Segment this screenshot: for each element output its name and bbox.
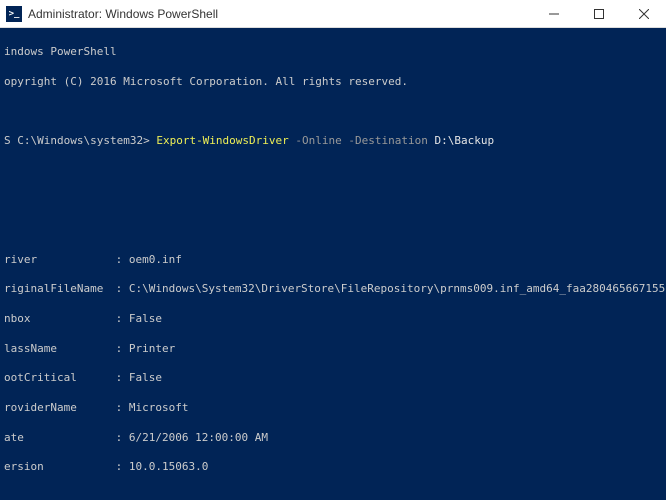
driver-field: lassName : Printer bbox=[4, 342, 666, 357]
maximize-button[interactable] bbox=[576, 0, 621, 28]
driver-field: ersion : 10.0.15063.0 bbox=[4, 460, 666, 475]
driver-field: roviderName : Microsoft bbox=[4, 401, 666, 416]
window-titlebar: >_ Administrator: Windows PowerShell bbox=[0, 0, 666, 28]
destination-path: D:\Backup bbox=[434, 134, 494, 147]
window-title: Administrator: Windows PowerShell bbox=[28, 7, 531, 21]
copyright-line: opyright (C) 2016 Microsoft Corporation.… bbox=[4, 75, 666, 90]
console-area[interactable]: indows PowerShell opyright (C) 2016 Micr… bbox=[0, 28, 666, 500]
header-line: indows PowerShell bbox=[4, 45, 666, 60]
cmdlet-name: Export-WindowsDriver bbox=[156, 134, 288, 147]
driver-field: river : oem0.inf bbox=[4, 253, 666, 268]
powershell-icon: >_ bbox=[6, 6, 22, 22]
prompt-line: S C:\Windows\system32> Export-WindowsDri… bbox=[4, 134, 666, 149]
driver-field: riginalFileName : C:\Windows\System32\Dr… bbox=[4, 282, 666, 297]
driver-field: ootCritical : False bbox=[4, 371, 666, 386]
close-button[interactable] bbox=[621, 0, 666, 28]
driver-field: nbox : False bbox=[4, 312, 666, 327]
cmdlet-params: -Online -Destination bbox=[289, 134, 435, 147]
driver-field: ate : 6/21/2006 12:00:00 AM bbox=[4, 431, 666, 446]
minimize-button[interactable] bbox=[531, 0, 576, 28]
